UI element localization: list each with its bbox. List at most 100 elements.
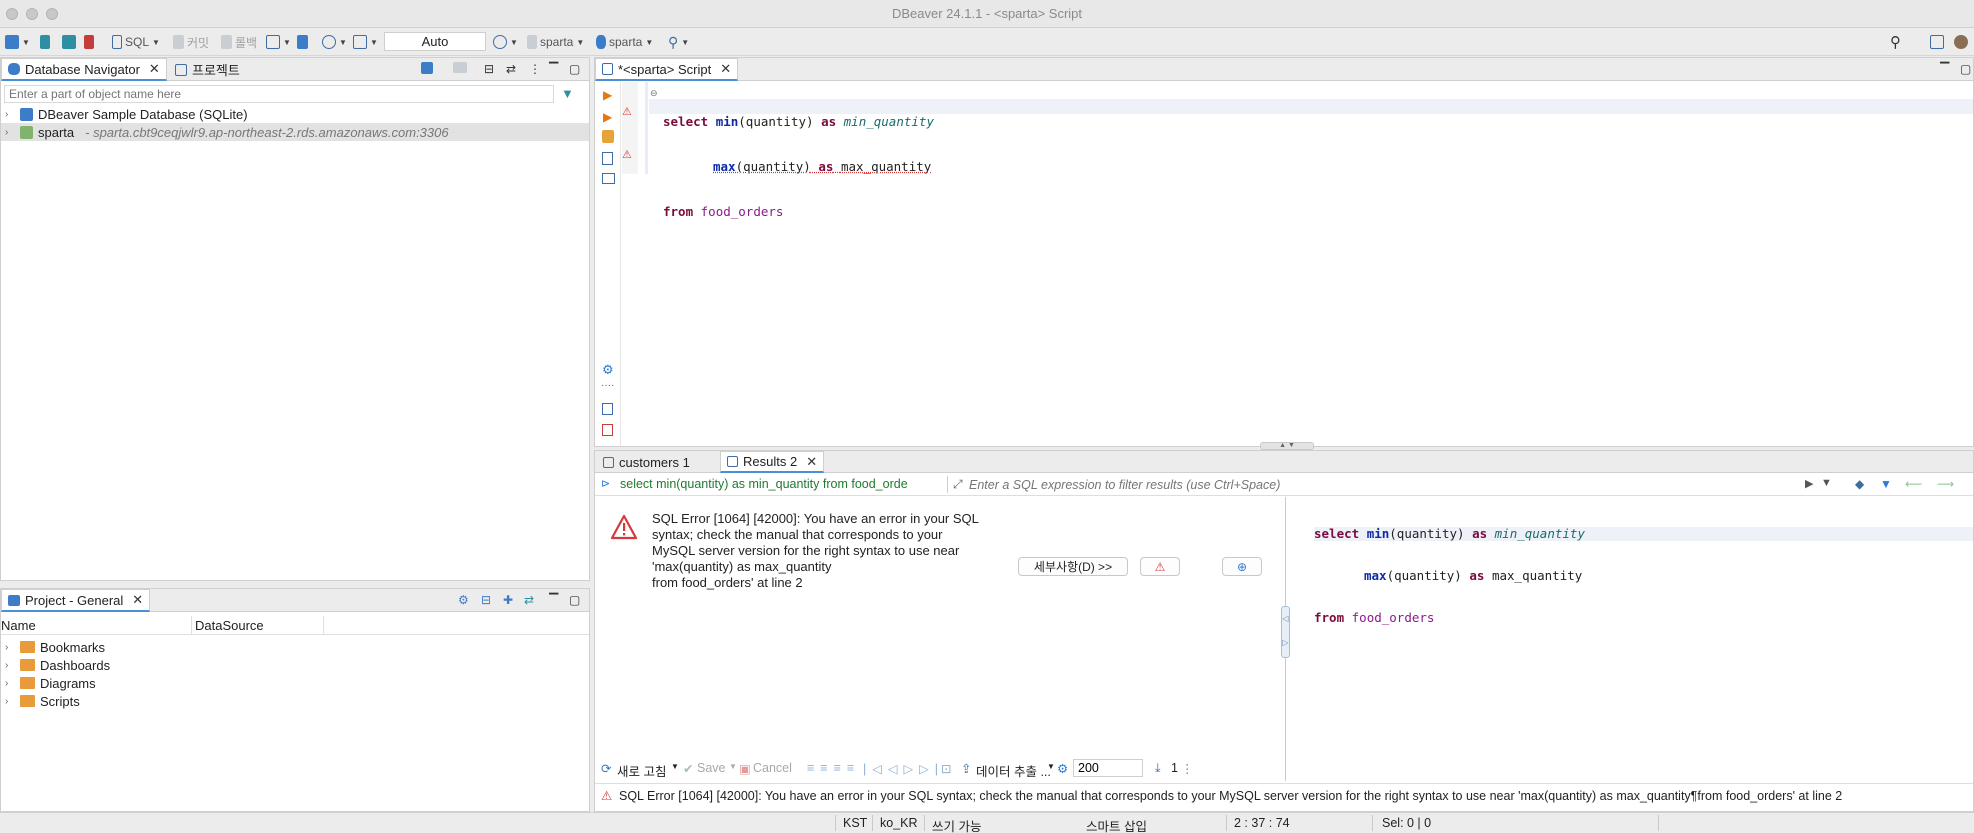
link-icon[interactable]: ⇄ xyxy=(524,593,534,607)
close-icon[interactable]: ✕ xyxy=(149,61,160,77)
error-log-button[interactable]: ⚠ xyxy=(1140,557,1180,576)
add-icon[interactable]: ✚ xyxy=(503,593,513,607)
search-dropdown-button[interactable]: ⚲ ▼ xyxy=(668,33,689,51)
close-icon[interactable]: ✕ xyxy=(806,454,817,470)
perspective-button[interactable] xyxy=(1930,33,1944,51)
settings-icon[interactable]: ⚙ xyxy=(602,362,614,378)
delete-file-icon[interactable] xyxy=(602,424,613,436)
details-button[interactable]: 세부사항(D) >> xyxy=(1018,557,1128,576)
reconnect-button[interactable] xyxy=(62,33,76,51)
project-item-diagrams[interactable]: › Diagrams xyxy=(5,674,96,692)
terminal-icon[interactable] xyxy=(602,173,615,184)
chevron-right-icon[interactable]: › xyxy=(5,678,15,689)
refresh-button[interactable]: 새로 고침 xyxy=(617,761,666,780)
filter-icon[interactable]: ▼ xyxy=(1880,477,1892,491)
error-marker-icon[interactable]: ⚠ xyxy=(622,105,632,118)
history-button[interactable]: ▼ xyxy=(493,33,518,51)
help-button[interactable]: ⊕ xyxy=(1222,557,1262,576)
maximize-panel-icon[interactable]: ▢ xyxy=(569,593,580,607)
new-connection-icon[interactable] xyxy=(421,62,433,77)
tab-database-navigator[interactable]: Database Navigator ✕ xyxy=(1,58,167,81)
collapse-all-icon[interactable]: ⊟ xyxy=(484,62,494,76)
locale-indicator[interactable]: ko_KR xyxy=(880,816,918,830)
new-connection-button[interactable]: ▼ xyxy=(5,33,30,51)
sql-editor-text[interactable]: select min(quantity) as min_quantity max… xyxy=(663,84,934,234)
close-icon[interactable]: ✕ xyxy=(132,592,143,608)
folder-icon[interactable] xyxy=(453,62,467,76)
eraser-icon[interactable]: ◆ xyxy=(1855,477,1864,491)
rollback-button[interactable]: 롤백 xyxy=(221,33,257,51)
panel-toggle-handle[interactable]: ◁ ▷ xyxy=(1281,606,1290,658)
chevron-right-icon[interactable]: › xyxy=(5,660,15,671)
link-editor-icon[interactable]: ⇄ xyxy=(506,62,516,76)
fetch-size-input[interactable] xyxy=(1073,759,1143,777)
sql-editor-button[interactable]: SQL ▼ xyxy=(112,33,160,51)
fetch-all-icon[interactable]: ⤓ xyxy=(1155,761,1161,776)
transaction-mode-field[interactable]: Auto xyxy=(384,32,486,51)
chevron-right-icon[interactable]: › xyxy=(5,127,15,138)
active-schema-selector[interactable]: sparta ▼ xyxy=(596,33,653,51)
export-icon[interactable] xyxy=(602,403,613,415)
column-datasource[interactable]: DataSource xyxy=(195,618,264,633)
explain-plan-icon[interactable] xyxy=(602,152,613,165)
forward-icon[interactable]: ⟶ xyxy=(1937,477,1954,491)
column-name[interactable]: Name xyxy=(1,618,36,633)
cancel-button[interactable]: Cancel xyxy=(753,761,792,775)
connect-button[interactable] xyxy=(40,33,50,51)
expand-icon[interactable]: ⤢ xyxy=(953,477,963,492)
panels-icon[interactable]: ⊡ xyxy=(941,761,951,776)
tab-sparta-script[interactable]: *<sparta> Script ✕ xyxy=(595,58,739,81)
error-message[interactable]: SQL Error [1064] [42000]: You have an er… xyxy=(652,511,1004,591)
close-icon[interactable]: ✕ xyxy=(720,61,731,77)
transaction-mode-button[interactable]: ▼ xyxy=(266,33,291,51)
export-data-button[interactable]: 데이터 추출 ... xyxy=(976,761,1051,780)
error-marker-icon[interactable]: ⚠ xyxy=(622,148,632,161)
execute-new-tab-icon[interactable]: ▶ xyxy=(603,110,612,124)
tab-projects[interactable]: 프로젝트 xyxy=(169,58,246,81)
results-filter-input[interactable] xyxy=(969,476,1809,494)
results-settings-icon[interactable]: ⚙ xyxy=(1057,761,1068,776)
disconnect-button[interactable] xyxy=(84,33,94,51)
minimize-panel-icon[interactable]: ▔ xyxy=(549,62,558,76)
apply-filter-icon[interactable]: ▶ xyxy=(1805,477,1813,490)
filter-history-icon[interactable]: ▼ xyxy=(1821,477,1832,489)
chevron-right-icon[interactable]: › xyxy=(5,642,15,653)
fold-icon[interactable]: ⊖ xyxy=(650,88,658,99)
timezone-indicator[interactable]: KST xyxy=(843,816,867,830)
execute-script-icon[interactable] xyxy=(602,130,614,143)
global-search-button[interactable]: ⚲ xyxy=(1890,33,1901,51)
back-icon[interactable]: ⟵ xyxy=(1905,477,1922,491)
project-item-bookmarks[interactable]: › Bookmarks xyxy=(5,638,105,656)
minimize-panel-icon[interactable]: ▔ xyxy=(1940,62,1949,76)
query-summary[interactable]: select min(quantity) as min_quantity fro… xyxy=(620,477,908,491)
more-icon[interactable]: ···· xyxy=(601,380,614,391)
execute-statement-icon[interactable]: ▶ xyxy=(603,88,612,102)
active-connection-selector[interactable]: sparta ▼ xyxy=(527,33,584,51)
refresh-icon[interactable]: ⟳ xyxy=(601,761,611,776)
project-item-scripts[interactable]: › Scripts xyxy=(5,692,80,710)
maximize-panel-icon[interactable]: ▢ xyxy=(1960,62,1971,76)
lock-button[interactable] xyxy=(297,33,308,51)
more-icon[interactable]: ⋮ xyxy=(1181,761,1194,776)
more-options-icon[interactable]: ⋮ xyxy=(529,62,541,76)
filter-icon[interactable]: ▼ xyxy=(561,86,574,101)
user-avatar[interactable] xyxy=(1954,33,1968,51)
splitter-handle[interactable]: ▲ ▼ xyxy=(1260,442,1314,450)
navigation-icons[interactable]: |◁◁▷▷| xyxy=(863,761,944,776)
navigator-filter-input[interactable] xyxy=(4,85,554,103)
collapse-icon[interactable]: ⊟ xyxy=(481,593,491,607)
tab-project-general[interactable]: Project - General ✕ xyxy=(1,589,151,612)
network-button[interactable]: ▼ xyxy=(353,33,378,51)
tree-item-sparta[interactable]: › sparta - sparta.cbt9ceqjwlr9.ap-northe… xyxy=(1,123,589,141)
minimize-panel-icon[interactable]: ▔ xyxy=(549,593,558,607)
commit-button[interactable]: 커밋 xyxy=(173,33,209,51)
dashboard-button[interactable]: ▼ xyxy=(322,33,347,51)
tree-item-sample-database[interactable]: › DBeaver Sample Database (SQLite) xyxy=(5,105,589,123)
tab-results-2[interactable]: Results 2 ✕ xyxy=(720,451,825,473)
save-button[interactable]: Save xyxy=(697,761,726,775)
project-item-dashboards[interactable]: › Dashboards xyxy=(5,656,110,674)
tab-customers-1[interactable]: customers 1 xyxy=(597,451,696,474)
chevron-right-icon[interactable]: › xyxy=(5,109,15,120)
edit-row-icons[interactable]: ≡≡≡≡ xyxy=(807,761,860,775)
error-query-text[interactable]: select min(quantity) as min_quantity max… xyxy=(1314,499,1973,653)
